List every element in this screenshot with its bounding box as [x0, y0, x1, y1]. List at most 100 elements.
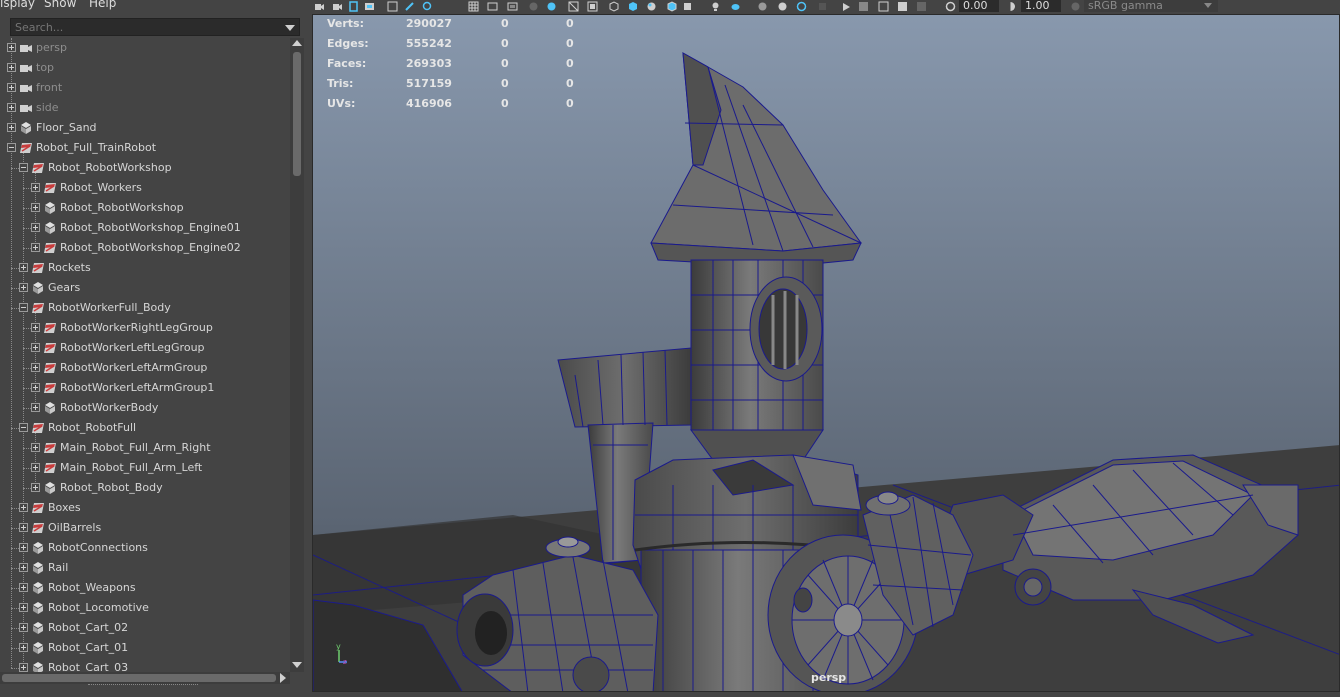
select-camera-icon[interactable] — [314, 1, 325, 12]
collapse-icon[interactable] — [19, 303, 28, 312]
expand-icon[interactable] — [19, 523, 28, 532]
outliner-item[interactable]: RobotWorkerLeftLegGroup — [0, 338, 290, 358]
resolution-gate-icon[interactable] — [507, 1, 518, 12]
expand-icon[interactable] — [19, 263, 28, 272]
camera-attributes-icon[interactable] — [332, 1, 343, 12]
menu-show[interactable]: Show — [44, 0, 76, 10]
expand-icon[interactable] — [7, 123, 16, 132]
outliner-item[interactable]: Robot_RobotWorkshop_Engine01 — [0, 218, 290, 238]
outliner-item[interactable]: Robot_Full_TrainRobot — [0, 138, 290, 158]
expand-icon[interactable] — [19, 543, 28, 552]
safe-action-icon[interactable] — [568, 1, 579, 12]
outliner-item[interactable]: side — [0, 98, 290, 118]
search-field[interactable] — [10, 18, 300, 36]
ambient-occlusion-icon[interactable] — [757, 1, 768, 12]
anti-aliasing-icon[interactable] — [796, 1, 807, 12]
search-dropdown-arrow-icon[interactable] — [285, 25, 295, 31]
xray-joints-icon[interactable] — [878, 1, 889, 12]
outliner-item[interactable]: Rail — [0, 558, 290, 578]
grease-pencil-icon[interactable] — [404, 1, 415, 12]
expand-icon[interactable] — [19, 643, 28, 652]
expand-icon[interactable] — [31, 483, 40, 492]
isolate-select-icon[interactable] — [841, 1, 852, 12]
outliner-item[interactable]: Main_Robot_Full_Arm_Left — [0, 458, 290, 478]
exposure-icon[interactable] — [945, 1, 956, 12]
expand-icon[interactable] — [31, 363, 40, 372]
scroll-right-icon[interactable] — [280, 673, 286, 683]
outliner-item[interactable]: persp — [0, 38, 290, 58]
perspective-viewport[interactable]: Verts: 290027 0 0 Edges: 555242 0 0 Faces: 269303… — [312, 14, 1340, 692]
expand-icon[interactable] — [31, 183, 40, 192]
outliner-item[interactable]: RobotWorkerLeftArmGroup — [0, 358, 290, 378]
outliner-item[interactable]: Robot_RobotWorkshop — [0, 198, 290, 218]
bookmarks-icon[interactable] — [348, 1, 359, 12]
expand-icon[interactable] — [31, 203, 40, 212]
expand-icon[interactable] — [7, 83, 16, 92]
outliner-horizontal-scrollbar[interactable] — [0, 672, 290, 684]
motion-blur-icon[interactable] — [777, 1, 788, 12]
outliner-item[interactable]: Robot_Cart_02 — [0, 618, 290, 638]
dropdown-arrow-icon[interactable] — [1204, 3, 1212, 8]
depth-of-field-icon[interactable] — [817, 1, 828, 12]
expand-icon[interactable] — [19, 503, 28, 512]
field-chart-icon[interactable] — [546, 1, 557, 12]
expand-icon[interactable] — [31, 243, 40, 252]
outliner-item[interactable]: OilBarrels — [0, 518, 290, 538]
gate-mask-icon[interactable] — [528, 1, 539, 12]
expand-icon[interactable] — [19, 623, 28, 632]
outliner-item[interactable]: RobotWorkerFull_Body — [0, 298, 290, 318]
outliner-item[interactable]: Robot_Cart_03 — [0, 658, 290, 672]
expand-icon[interactable] — [19, 583, 28, 592]
grid-icon[interactable] — [468, 1, 479, 12]
expand-icon[interactable] — [31, 323, 40, 332]
expand-icon[interactable] — [31, 443, 40, 452]
outliner-item[interactable]: RobotWorkerLeftArmGroup1 — [0, 378, 290, 398]
scroll-down-icon[interactable] — [292, 662, 302, 668]
menu-display[interactable]: isplay — [0, 0, 35, 10]
outliner-item[interactable]: Robot_RobotWorkshop_Engine02 — [0, 238, 290, 258]
expand-icon[interactable] — [19, 603, 28, 612]
expand-icon[interactable] — [19, 283, 28, 292]
wireframe-on-shaded-icon[interactable] — [666, 1, 677, 12]
exposure-field[interactable]: 0.00 — [959, 0, 999, 12]
outliner-item[interactable]: Robot_Robot_Body — [0, 478, 290, 498]
outliner-item[interactable]: Robot_Workers — [0, 178, 290, 198]
outliner-item[interactable]: RobotConnections — [0, 538, 290, 558]
hscrollbar-thumb[interactable] — [2, 674, 276, 682]
expand-icon[interactable] — [19, 563, 28, 572]
default-material-icon[interactable] — [646, 1, 657, 12]
gamma-icon[interactable] — [1005, 1, 1016, 12]
gamma-field[interactable]: 1.00 — [1021, 0, 1061, 12]
panel-resize-grip[interactable] — [88, 684, 198, 688]
scroll-up-icon[interactable] — [292, 40, 302, 46]
smooth-shade-icon[interactable] — [627, 1, 638, 12]
outliner-item[interactable]: Gears — [0, 278, 290, 298]
outliner-item[interactable]: Robot_RobotFull — [0, 418, 290, 438]
xray-icon[interactable] — [858, 1, 869, 12]
scrollbar-thumb[interactable] — [293, 52, 301, 176]
view-transform-dropdown[interactable]: sRGB gamma — [1084, 0, 1218, 12]
lights-icon[interactable] — [710, 1, 721, 12]
expand-icon[interactable] — [31, 343, 40, 352]
textured-icon[interactable] — [682, 1, 693, 12]
outliner-item[interactable]: front — [0, 78, 290, 98]
expand-icon[interactable] — [31, 403, 40, 412]
expand-icon[interactable] — [31, 463, 40, 472]
film-gate-icon[interactable] — [487, 1, 498, 12]
collapse-icon[interactable] — [19, 163, 28, 172]
image-plane-icon[interactable] — [364, 1, 375, 12]
snapshot-icon[interactable] — [422, 1, 433, 12]
outliner-item[interactable]: Robot_RobotWorkshop — [0, 158, 290, 178]
outliner-item[interactable]: top — [0, 58, 290, 78]
outliner-item[interactable]: Boxes — [0, 498, 290, 518]
outliner-item[interactable]: Robot_Locomotive — [0, 598, 290, 618]
expand-icon[interactable] — [31, 383, 40, 392]
expand-icon[interactable] — [7, 63, 16, 72]
color-management-icon[interactable] — [1070, 1, 1081, 12]
expand-icon[interactable] — [31, 223, 40, 232]
xray-components-icon[interactable] — [897, 1, 908, 12]
outliner-item[interactable]: RobotWorkerRightLegGroup — [0, 318, 290, 338]
outliner-item[interactable]: RobotWorkerBody — [0, 398, 290, 418]
expand-icon[interactable] — [7, 103, 16, 112]
outliner-item[interactable]: Rockets — [0, 258, 290, 278]
